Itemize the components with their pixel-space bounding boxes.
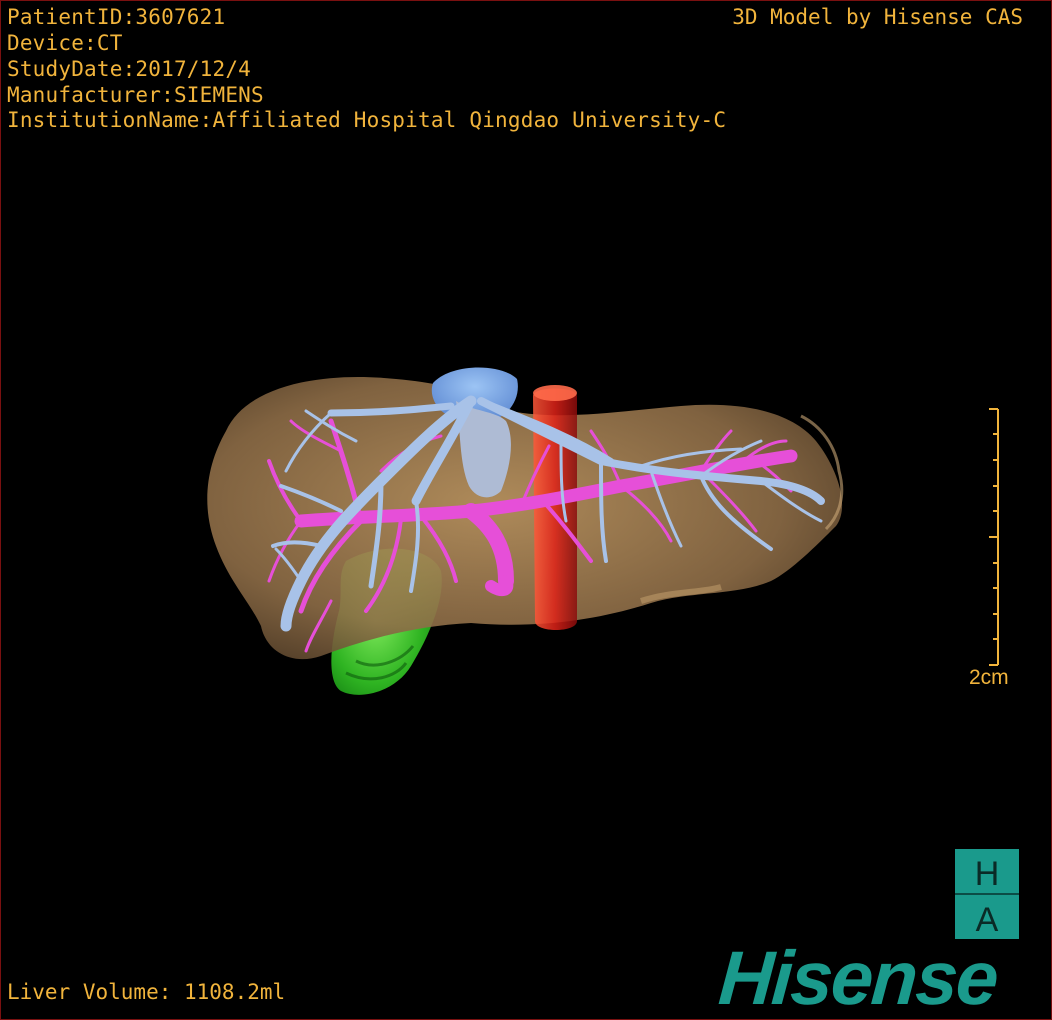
liver-volume: Liver Volume: 1108.2ml (7, 980, 286, 1004)
ha-logo-letter-top: H (975, 855, 1000, 893)
study-date: StudyDate:2017/12/4 (7, 57, 252, 81)
institution-name: InstitutionName:Affiliated Hospital Qing… (7, 108, 727, 132)
manufacturer: Manufacturer:SIEMENS (7, 83, 264, 107)
patient-id: PatientID:3607621 (7, 5, 226, 29)
viewer-frame: PatientID:3607621 Device:CT StudyDate:20… (0, 0, 1052, 1020)
hisense-logo: Hisense (716, 936, 1000, 1020)
scale-bar-icon (989, 408, 999, 666)
ha-logo-letter-bottom: A (976, 901, 999, 939)
ha-logo-icon: H A (955, 849, 1019, 939)
model-credit: 3D Model by Hisense CAS (732, 5, 1023, 29)
device: Device:CT (7, 31, 123, 55)
scale-bar-label: 2cm (969, 666, 1009, 689)
liver-3d-model[interactable] (1, 1, 1051, 1019)
